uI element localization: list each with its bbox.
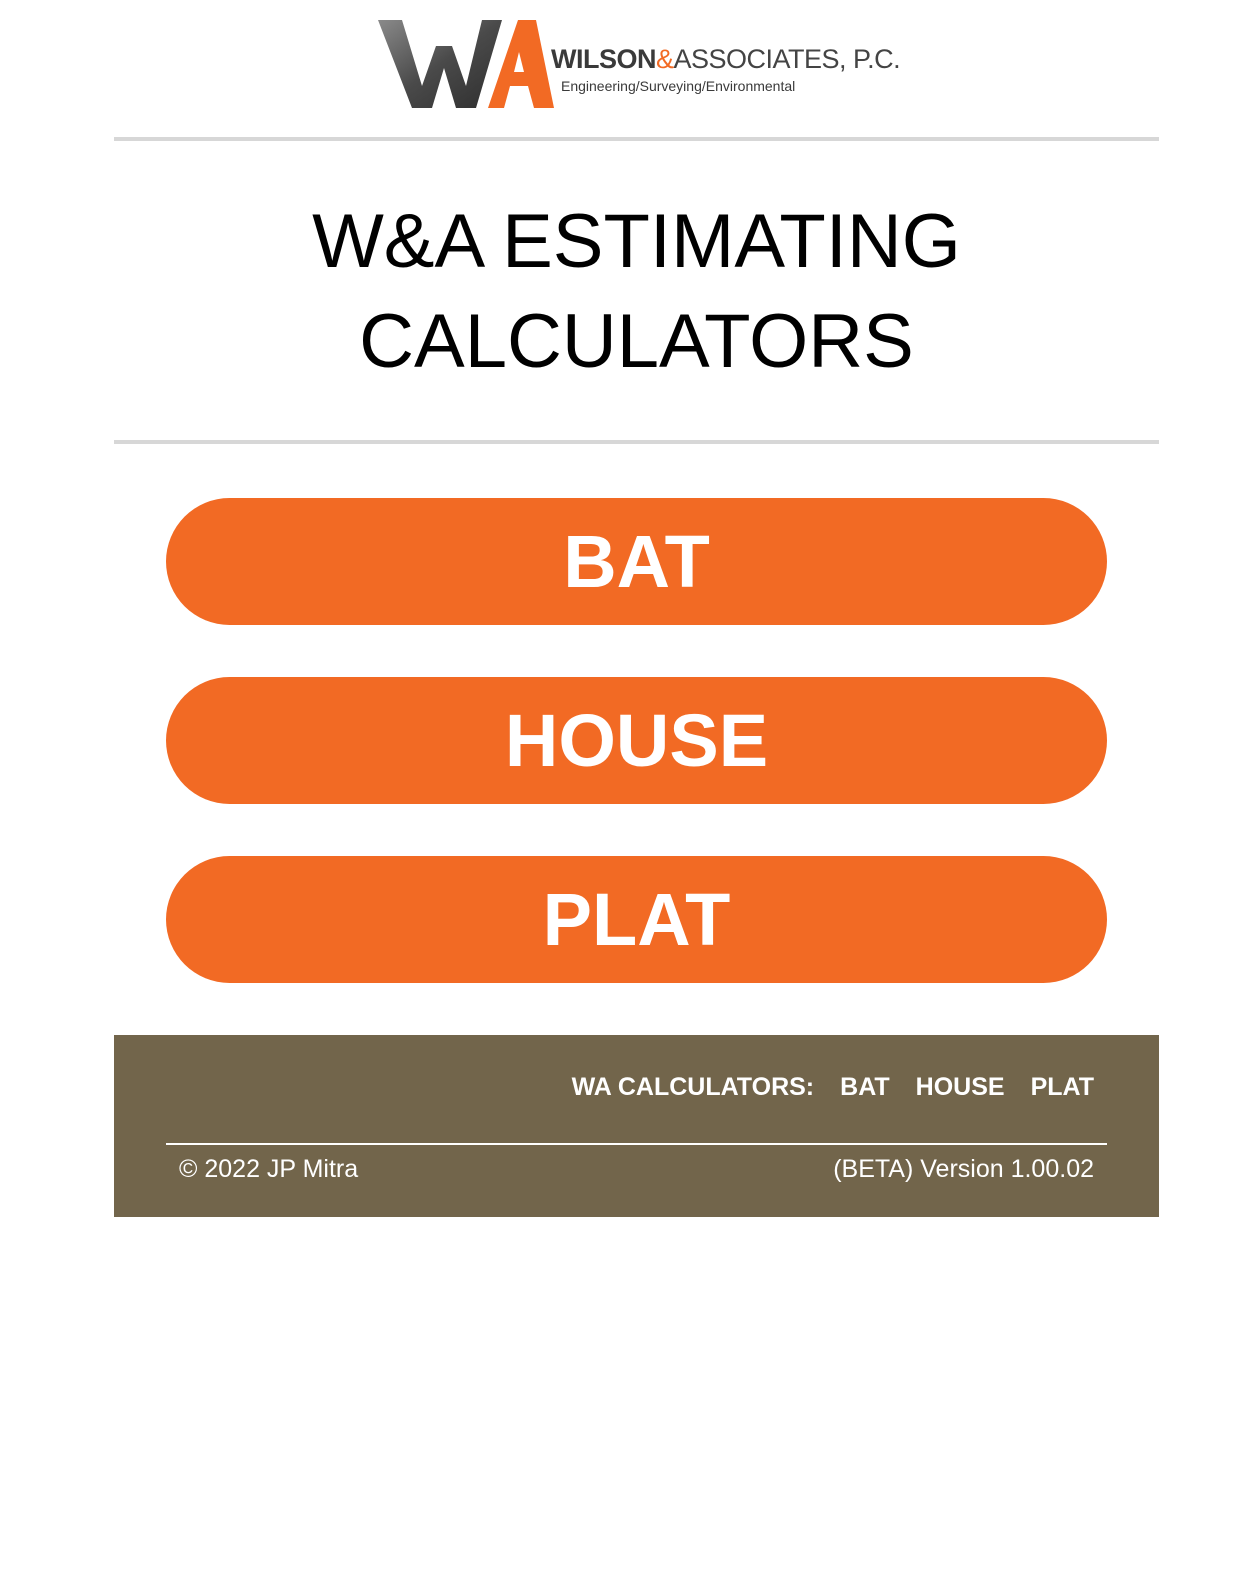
company-name: WILSON&ASSOCIATES, P.C. (551, 44, 901, 74)
page-title-line-1: W&A ESTIMATING (312, 199, 961, 284)
site-footer: WA CALCULATORS: BAT HOUSE PLAT © 2022 JP… (114, 1035, 1159, 1217)
footer-link-house[interactable]: HOUSE (916, 1073, 1005, 1102)
version-text: (BETA) Version 1.00.02 (833, 1155, 1094, 1183)
house-calculator-button[interactable]: HOUSE (166, 677, 1107, 804)
company-logo[interactable]: WILSON&ASSOCIATES, P.C. Engineering/Surv… (378, 16, 908, 112)
page-title: W&A ESTIMATING CALCULATORS (114, 192, 1159, 392)
footer-link-plat[interactable]: PLAT (1031, 1073, 1094, 1102)
footer-nav-label: WA CALCULATORS: (571, 1073, 815, 1101)
site-header: WILSON&ASSOCIATES, P.C. Engineering/Surv… (0, 0, 1240, 120)
footer-link-bat[interactable]: BAT (840, 1073, 890, 1102)
copyright-text: © 2022 JP Mitra (179, 1155, 359, 1183)
footer-divider (166, 1143, 1107, 1145)
bat-calculator-button[interactable]: BAT (166, 498, 1107, 625)
title-divider (114, 440, 1159, 444)
plat-calculator-button[interactable]: PLAT (166, 856, 1107, 983)
footer-nav: WA CALCULATORS: BAT HOUSE PLAT (572, 1073, 1094, 1102)
wa-monogram-icon (378, 20, 554, 108)
top-divider (114, 137, 1159, 141)
page-title-line-2: CALCULATORS (359, 299, 914, 384)
company-tagline: Engineering/Surveying/Environmental (561, 78, 796, 94)
